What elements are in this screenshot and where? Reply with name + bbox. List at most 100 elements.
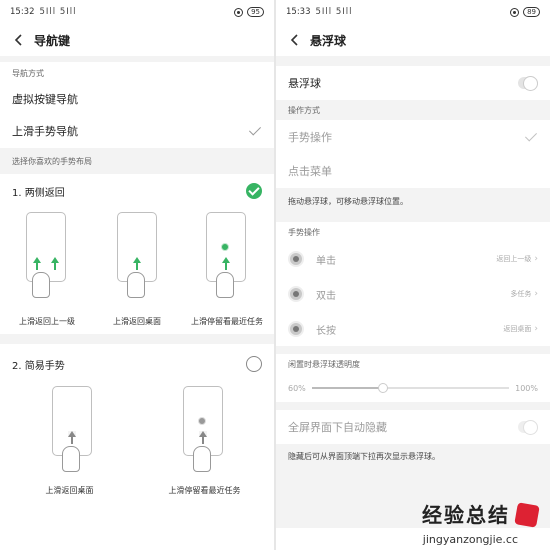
gesture-option-simple[interactable]: 2. 简易手势: [0, 344, 274, 384]
arrow-up-icon: [222, 257, 231, 270]
opacity-min-label: 60%: [288, 383, 306, 393]
floating-ball-switch[interactable]: [518, 76, 538, 91]
floating-ball-screen: 15:33 5Ill 5Ill 89 悬浮球 悬浮球 操作方式 手势操作 点击菜…: [276, 0, 550, 550]
header: 导航键: [0, 24, 274, 56]
navigation-keys-screen: 15:32 5Ill 5Ill 95 导航键 导航方式 虚拟按键导航 上滑手势导…: [0, 0, 274, 550]
gesture-option-both-sides[interactable]: 1. 两侧返回: [0, 174, 274, 208]
caption: 上滑返回上一级: [19, 316, 75, 326]
back-button[interactable]: [284, 29, 306, 51]
chevron-left-icon: [290, 34, 298, 46]
op-mode-label: 手势操作: [288, 131, 332, 144]
ball-icon: [288, 286, 304, 302]
gesture-captions-2: 上滑返回桌面 上滑停留看最近任务: [0, 480, 274, 500]
illustration-home: [32, 384, 112, 480]
battery-icon: 89: [523, 7, 540, 17]
signal-icon: 5Ill 5Ill: [39, 7, 77, 17]
caption: 上滑返回桌面: [113, 316, 161, 326]
status-bar: 15:32 5Ill 5Ill 95: [0, 0, 274, 24]
arrow-up-icon: [198, 431, 207, 444]
gesture-name: 双击: [316, 290, 336, 302]
nav-option-virtual[interactable]: 虚拟按键导航: [0, 84, 274, 114]
back-button[interactable]: [8, 29, 30, 51]
hint-drag: 拖动悬浮球，可移动悬浮球位置。: [276, 188, 550, 214]
illustration-home: [107, 208, 167, 308]
alarm-icon: [234, 7, 244, 17]
gesture-name: 长按: [316, 325, 336, 337]
op-mode-label: 点击菜单: [288, 165, 332, 178]
hand-icon: [126, 272, 145, 298]
hand-icon: [216, 272, 235, 298]
floating-ball-toggle-row[interactable]: 悬浮球: [276, 66, 550, 100]
selected-check-icon[interactable]: [246, 183, 262, 199]
page-title: 导航键: [34, 33, 71, 48]
gesture-captions-1: 上滑返回上一级 上滑返回桌面 上滑停留看最近任务: [0, 308, 274, 334]
section-label-gestures: 手势操作: [288, 227, 320, 237]
nav-option-gesture[interactable]: 上滑手势导航: [0, 114, 274, 148]
chevron-right-icon: ›: [534, 324, 538, 334]
hand-icon: [192, 446, 211, 472]
fullscreen-hide-label: 全屏界面下自动隐藏: [288, 421, 387, 434]
phone-icon: [25, 212, 66, 282]
gesture-value: 返回桌面: [503, 325, 532, 333]
alarm-icon: [510, 7, 520, 17]
section-label-opacity: 闲置时悬浮球透明度: [288, 359, 360, 369]
gesture-value: 多任务: [510, 290, 532, 298]
hint-fullscreen: 隐藏后可从界面顶端下拉再次显示悬浮球。: [276, 444, 550, 468]
fullscreen-hide-row[interactable]: 全屏界面下自动隐藏: [276, 410, 550, 444]
status-bar: 15:33 5Ill 5Ill 89: [276, 0, 550, 24]
check-icon: [248, 124, 262, 138]
nav-option-label: 上滑手势导航: [12, 125, 78, 138]
hold-dot-icon: [221, 243, 230, 251]
page-title: 悬浮球: [310, 33, 347, 48]
opacity-slider-row: 60% 100%: [276, 374, 550, 402]
section-label-nav-mode: 导航方式: [12, 68, 44, 78]
ball-icon: [288, 251, 304, 267]
hold-dot-icon: [197, 417, 206, 425]
watermark-text: 经验总结: [422, 503, 510, 527]
header: 悬浮球: [276, 24, 550, 56]
nav-option-label: 虚拟按键导航: [12, 93, 78, 106]
status-time: 15:33: [286, 7, 311, 17]
chevron-right-icon: ›: [534, 289, 538, 299]
illustration-back: [20, 208, 80, 308]
fullscreen-hide-switch[interactable]: [518, 420, 538, 435]
arrow-up-icon: [67, 431, 76, 444]
battery-icon: 95: [247, 7, 264, 17]
section-label-op-mode: 操作方式: [276, 100, 550, 120]
illustration-recents: [194, 208, 254, 308]
status-time: 15:32: [10, 7, 35, 17]
caption: 上滑返回桌面: [45, 485, 94, 495]
op-mode-menu[interactable]: 点击菜单: [276, 154, 550, 188]
arrow-up-icon: [32, 257, 41, 270]
gesture-row-double-tap[interactable]: 双击 多任务 ›: [276, 276, 550, 312]
gesture-name: 单击: [316, 255, 336, 267]
opacity-slider-fill: [311, 387, 383, 389]
opacity-slider[interactable]: [311, 383, 510, 393]
watermark-logo: [514, 502, 540, 528]
hand-icon: [61, 446, 80, 472]
section-label-layout: 选择你喜欢的手势布局: [0, 148, 274, 174]
arrow-up-icon: [132, 257, 141, 270]
chevron-right-icon: ›: [534, 254, 538, 264]
illustration-recents: [163, 384, 243, 480]
toggle-label: 悬浮球: [288, 77, 321, 90]
watermark-url: jingyanzongjie.cc: [422, 533, 518, 546]
opacity-max-label: 100%: [515, 383, 538, 393]
hand-icon: [31, 272, 50, 298]
ball-icon: [288, 321, 304, 337]
arrow-up-icon: [50, 257, 59, 270]
gesture-option-title: 1. 两侧返回: [12, 187, 65, 199]
opacity-slider-handle[interactable]: [377, 383, 388, 393]
caption: 上滑停留看最近任务: [168, 485, 241, 495]
gesture-value: 返回上一级: [496, 255, 532, 263]
gesture-option-title: 2. 简易手势: [12, 360, 65, 372]
screenshot-pair: 15:32 5Ill 5Ill 95 导航键 导航方式 虚拟按键导航 上滑手势导…: [0, 0, 550, 550]
radio-button[interactable]: [246, 356, 262, 372]
gesture-illustrations-2: [0, 384, 274, 480]
check-icon: [524, 130, 538, 144]
gesture-row-single-tap[interactable]: 单击 返回上一级 ›: [276, 242, 550, 276]
gesture-row-long-press[interactable]: 长按 返回桌面 ›: [276, 312, 550, 346]
signal-icon: 5Ill 5Ill: [315, 7, 353, 17]
op-mode-gesture[interactable]: 手势操作: [276, 120, 550, 154]
caption: 上滑停留看最近任务: [191, 316, 263, 326]
